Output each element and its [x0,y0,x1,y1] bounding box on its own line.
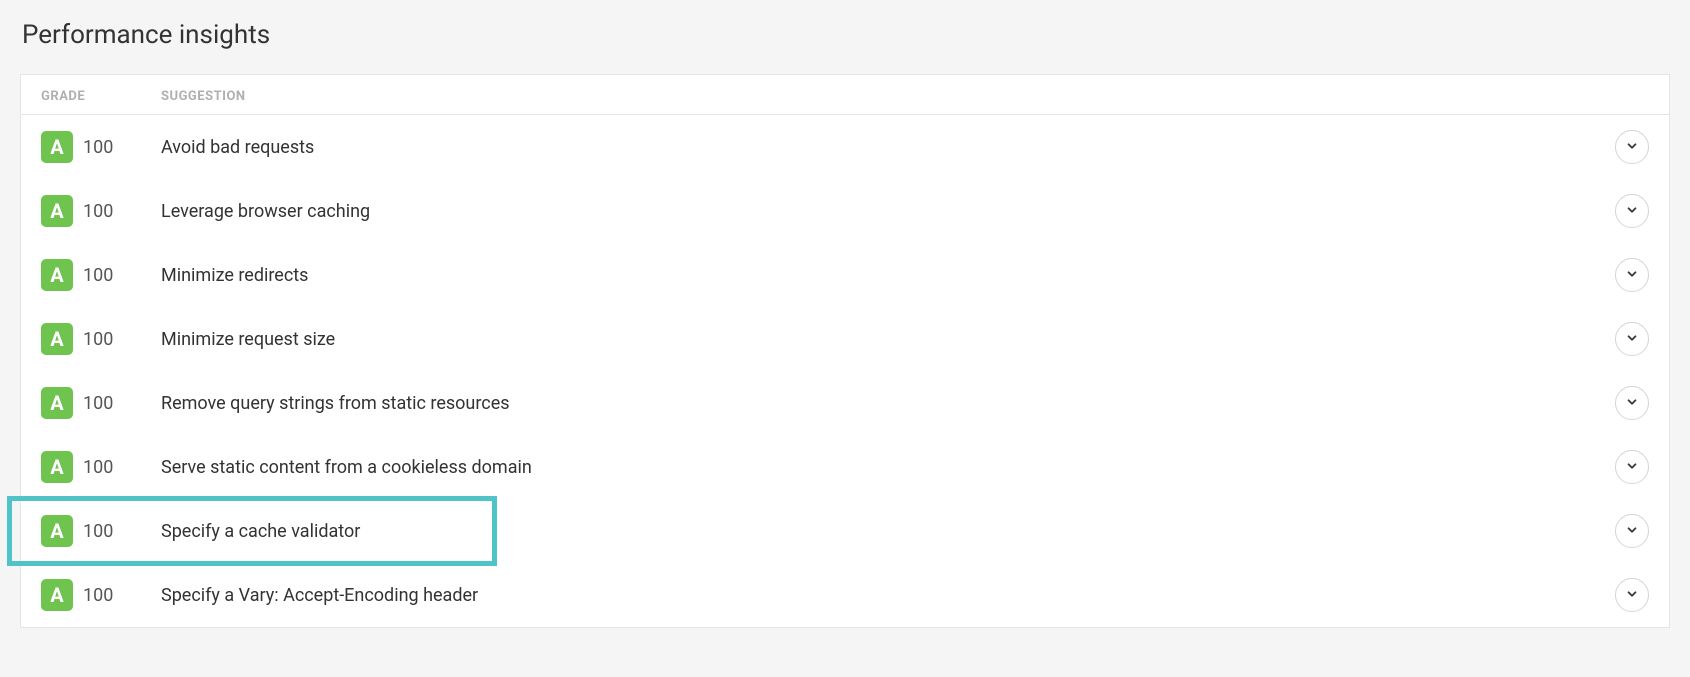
chevron-down-icon [1625,522,1639,541]
table-row[interactable]: A 100 Minimize request size [21,307,1669,371]
grade-score: 100 [83,201,113,222]
expand-button[interactable] [1615,194,1649,228]
table-header: GRADE SUGGESTION [21,75,1669,115]
header-grade: GRADE [41,89,85,104]
expand-button[interactable] [1615,450,1649,484]
table-row[interactable]: A 100 Specify a cache validator [21,499,1669,563]
grade-badge: A [41,195,73,227]
expand-button[interactable] [1615,322,1649,356]
chevron-down-icon [1625,586,1639,605]
grade-cell: A 100 [41,579,161,611]
grade-cell: A 100 [41,195,161,227]
table-row[interactable]: A 100 Avoid bad requests [21,115,1669,179]
grade-badge: A [41,259,73,291]
grade-badge: A [41,131,73,163]
suggestion-text: Leverage browser caching [161,201,1615,222]
chevron-down-icon [1625,330,1639,349]
expand-button[interactable] [1615,514,1649,548]
grade-cell: A 100 [41,259,161,291]
suggestion-text: Specify a Vary: Accept-Encoding header [161,585,1615,606]
grade-score: 100 [83,137,113,158]
suggestion-text: Serve static content from a cookieless d… [161,457,1615,478]
chevron-down-icon [1625,394,1639,413]
grade-cell: A 100 [41,387,161,419]
grade-badge: A [41,387,73,419]
table-row[interactable]: A 100 Minimize redirects [21,243,1669,307]
grade-badge: A [41,323,73,355]
chevron-down-icon [1625,202,1639,221]
grade-score: 100 [83,265,113,286]
grade-score: 100 [83,457,113,478]
grade-score: 100 [83,585,113,606]
table-row[interactable]: A 100 Serve static content from a cookiele… [21,435,1669,499]
expand-button[interactable] [1615,386,1649,420]
table-row[interactable]: A 100 Leverage browser caching [21,179,1669,243]
page-title: Performance insights [22,20,1670,50]
table-row[interactable]: A 100 Remove query strings from static res… [21,371,1669,435]
table-row[interactable]: A 100 Specify a Vary: Accept-Encoding head… [21,563,1669,627]
grade-cell: A 100 [41,323,161,355]
grade-badge: A [41,579,73,611]
grade-badge: A [41,451,73,483]
suggestion-text: Minimize request size [161,329,1615,350]
grade-score: 100 [83,393,113,414]
grade-cell: A 100 [41,131,161,163]
grade-badge: A [41,515,73,547]
chevron-down-icon [1625,138,1639,157]
suggestion-text: Avoid bad requests [161,137,1615,158]
header-suggestion: SUGGESTION [161,89,246,104]
expand-button[interactable] [1615,258,1649,292]
grade-cell: A 100 [41,515,161,547]
insights-table: GRADE SUGGESTION A100Avoid bad requestsA… [20,74,1670,628]
chevron-down-icon [1625,458,1639,477]
suggestion-text: Remove query strings from static resourc… [161,393,1615,414]
suggestion-text: Specify a cache validator [161,521,1615,542]
expand-button[interactable] [1615,130,1649,164]
chevron-down-icon [1625,266,1639,285]
suggestion-text: Minimize redirects [161,265,1615,286]
expand-button[interactable] [1615,578,1649,612]
grade-score: 100 [83,329,113,350]
grade-score: 100 [83,521,113,542]
grade-cell: A 100 [41,451,161,483]
